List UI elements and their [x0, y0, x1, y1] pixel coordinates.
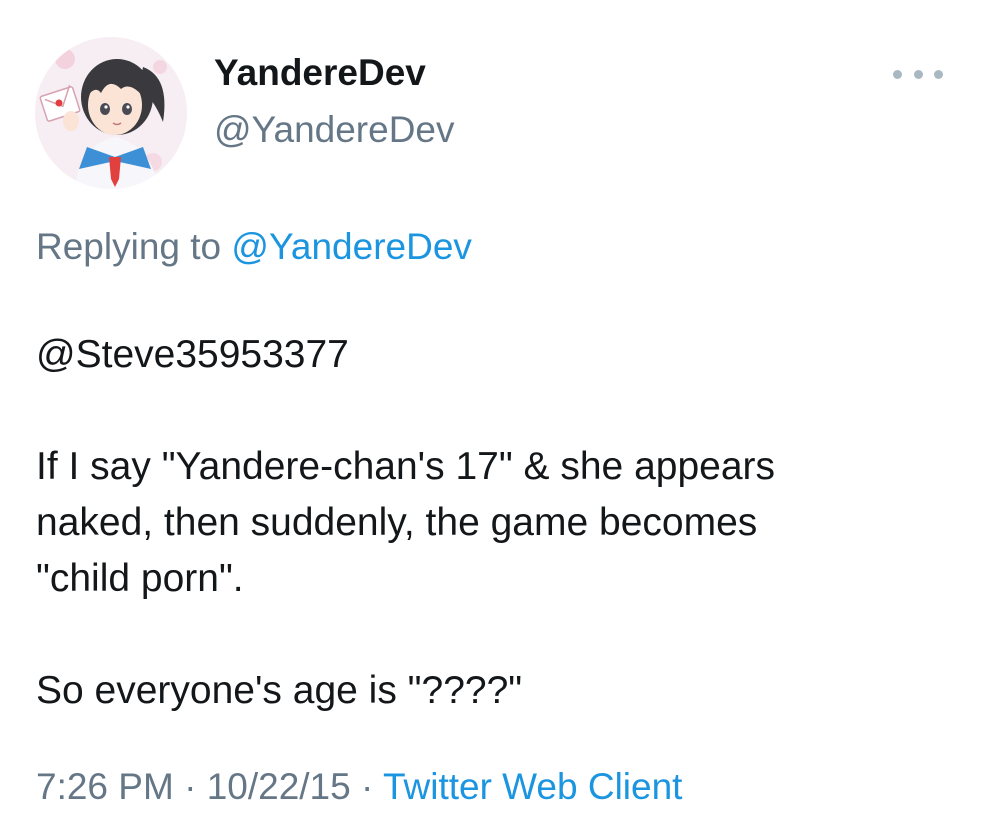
tweet-paragraph: If I say "Yandere-chan's 17" & she appea…: [36, 445, 776, 600]
anime-girl-avatar-icon: [35, 37, 187, 189]
reply-mention-link[interactable]: @YandereDev: [231, 226, 472, 267]
author-handle[interactable]: @YandereDev: [214, 109, 455, 151]
replying-to: Replying to @YandereDev: [36, 226, 472, 268]
tweet-text: @Steve35953377 If I say "Yandere-chan's …: [36, 327, 946, 719]
more-options-icon[interactable]: [893, 60, 943, 88]
tweet-date[interactable]: 10/22/15: [207, 766, 351, 807]
tweet-card: YandereDev @YandereDev Replying to @Yand…: [0, 0, 984, 835]
tweet-meta: 7:26 PM · 10/22/15 · Twitter Web Client: [36, 766, 682, 808]
avatar[interactable]: [35, 37, 187, 189]
tweet-paragraph: So everyone's age is "????": [36, 669, 523, 712]
meta-separator: ·: [173, 766, 207, 807]
tweet-client-link[interactable]: Twitter Web Client: [383, 766, 683, 807]
tweet-time[interactable]: 7:26 PM: [36, 766, 174, 807]
dot: [934, 69, 943, 79]
author-display-name[interactable]: YandereDev: [214, 52, 426, 94]
tweet-mention-line[interactable]: @Steve35953377: [36, 327, 946, 383]
meta-separator: ·: [350, 766, 383, 807]
dot: [893, 69, 902, 79]
dot: [913, 69, 923, 79]
replying-to-label: Replying to: [36, 226, 232, 267]
